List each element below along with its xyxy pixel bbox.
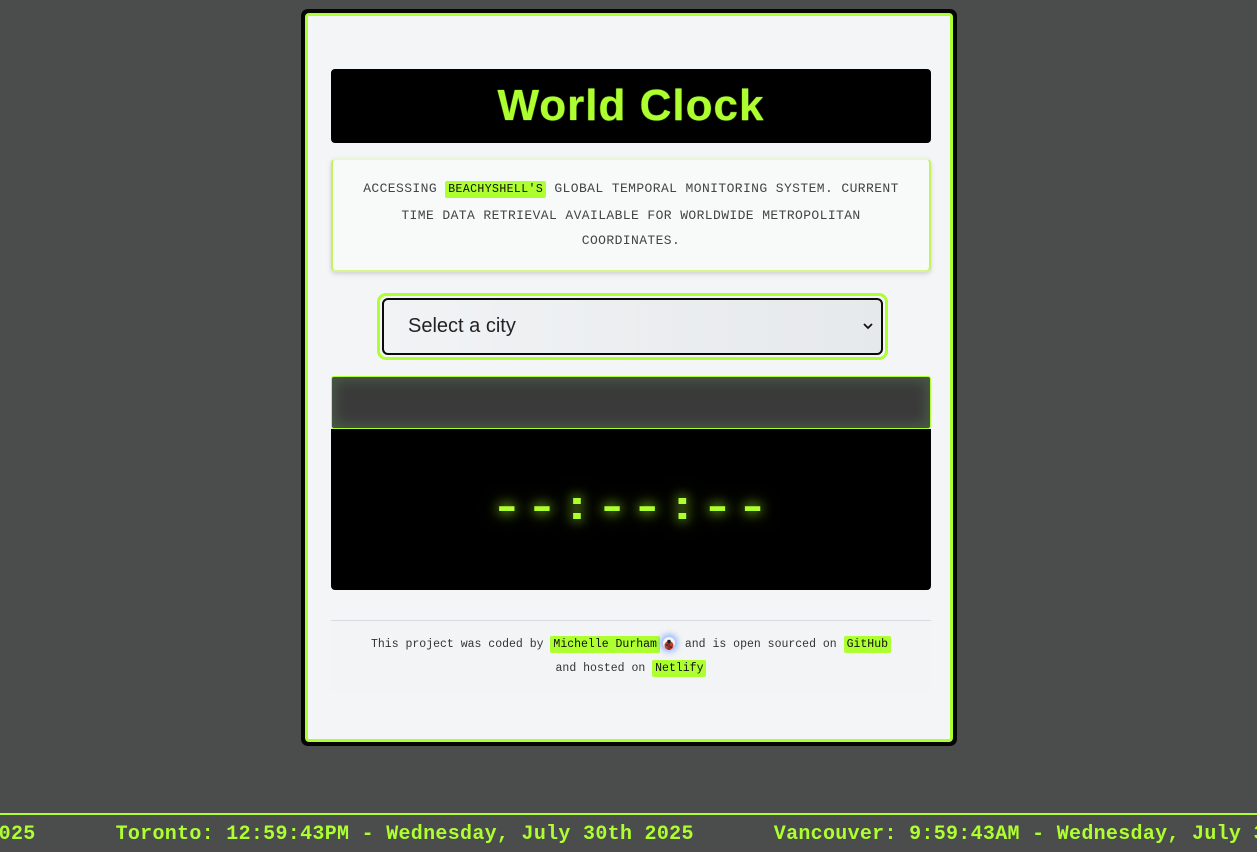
- ticker-item: Toronto: 12:59:43PM - Wednesday, July 30…: [115, 823, 694, 846]
- clock-card: World Clock Accessing BeachyShell's glob…: [305, 13, 953, 742]
- chevron-down-icon: [863, 322, 873, 332]
- footer: This project was coded by Michelle Durha…: [331, 620, 931, 692]
- footer-open-source-text: and is open sourced on: [677, 637, 844, 651]
- city-select-frame: Select a city: [377, 293, 888, 360]
- city-time-ticker: Wednesday, July 30th 2025 Toronto: 12:59:…: [0, 813, 1257, 852]
- ladybug-icon: [663, 637, 675, 651]
- selected-city-header: [331, 376, 931, 429]
- intro-highlight: BeachyShell's: [445, 181, 547, 199]
- ticker-track: Wednesday, July 30th 2025 Toronto: 12:59:…: [0, 823, 1257, 846]
- ticker-item: Wednesday, July 30th 2025: [0, 823, 36, 846]
- page-title: World Clock: [497, 81, 765, 130]
- city-select[interactable]: Select a city: [382, 298, 883, 355]
- author-link[interactable]: Michelle Durham: [550, 635, 660, 653]
- github-link[interactable]: GitHub: [843, 635, 892, 653]
- clock-time: --:--:--: [490, 487, 772, 532]
- footer-credit-text: This project was coded by: [370, 637, 551, 651]
- city-select-value: Select a city: [408, 315, 516, 337]
- footer-text: This project was coded by Michelle Durha…: [370, 633, 892, 681]
- title-bar: World Clock: [331, 69, 931, 143]
- intro-text: Accessing BeachyShell's global temporal …: [363, 176, 899, 254]
- footer-hosted-text: and hosted on: [555, 661, 653, 675]
- clock-display: --:--:--: [331, 429, 931, 590]
- intro-text-start: Accessing: [363, 181, 446, 197]
- intro-panel: Accessing BeachyShell's global temporal …: [331, 158, 931, 272]
- ticker-item: Vancouver: 9:59:43AM - Wednesday, July 3…: [773, 823, 1257, 846]
- netlify-link[interactable]: Netlify: [652, 659, 707, 677]
- clock-card-frame: World Clock Accessing BeachyShell's glob…: [301, 9, 957, 746]
